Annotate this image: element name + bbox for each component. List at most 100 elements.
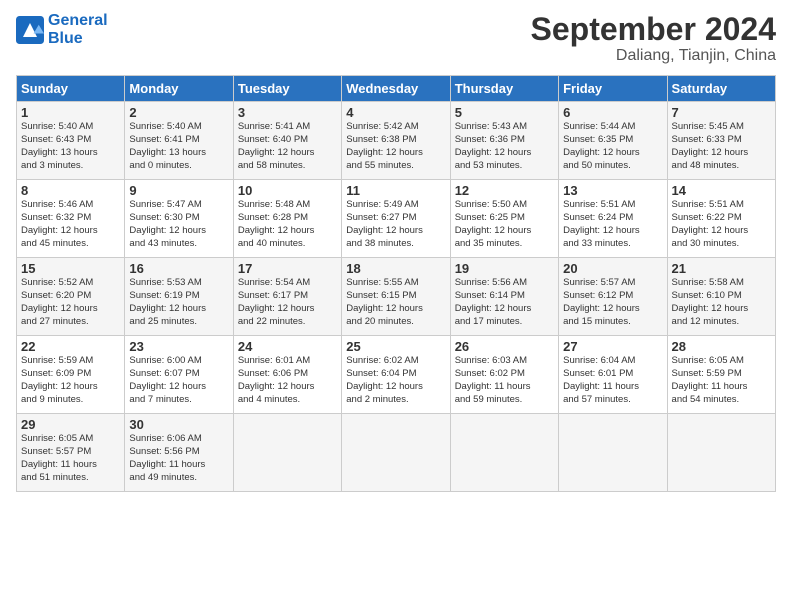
calendar-cell: 3Sunrise: 5:41 AM Sunset: 6:40 PM Daylig… (233, 102, 341, 180)
calendar-cell: 29Sunrise: 6:05 AM Sunset: 5:57 PM Dayli… (17, 414, 125, 492)
day-info: Sunrise: 6:05 AM Sunset: 5:59 PM Dayligh… (672, 355, 771, 406)
day-info: Sunrise: 5:57 AM Sunset: 6:12 PM Dayligh… (563, 277, 662, 328)
day-info: Sunrise: 5:59 AM Sunset: 6:09 PM Dayligh… (21, 355, 120, 406)
calendar-cell (342, 414, 450, 492)
calendar-cell: 13Sunrise: 5:51 AM Sunset: 6:24 PM Dayli… (559, 180, 667, 258)
calendar-week-3: 15Sunrise: 5:52 AM Sunset: 6:20 PM Dayli… (17, 258, 776, 336)
title-block: September 2024 Daliang, Tianjin, China (531, 12, 776, 65)
weekday-header-tuesday: Tuesday (233, 76, 341, 102)
day-info: Sunrise: 5:42 AM Sunset: 6:38 PM Dayligh… (346, 121, 445, 172)
calendar-week-2: 8Sunrise: 5:46 AM Sunset: 6:32 PM Daylig… (17, 180, 776, 258)
calendar-cell: 10Sunrise: 5:48 AM Sunset: 6:28 PM Dayli… (233, 180, 341, 258)
day-info: Sunrise: 5:40 AM Sunset: 6:43 PM Dayligh… (21, 121, 120, 172)
day-info: Sunrise: 6:06 AM Sunset: 5:56 PM Dayligh… (129, 433, 228, 484)
day-number: 14 (672, 183, 771, 198)
day-number: 11 (346, 183, 445, 198)
day-info: Sunrise: 6:03 AM Sunset: 6:02 PM Dayligh… (455, 355, 554, 406)
day-info: Sunrise: 5:48 AM Sunset: 6:28 PM Dayligh… (238, 199, 337, 250)
calendar-cell: 30Sunrise: 6:06 AM Sunset: 5:56 PM Dayli… (125, 414, 233, 492)
day-info: Sunrise: 5:58 AM Sunset: 6:10 PM Dayligh… (672, 277, 771, 328)
day-info: Sunrise: 5:51 AM Sunset: 6:22 PM Dayligh… (672, 199, 771, 250)
day-info: Sunrise: 5:49 AM Sunset: 6:27 PM Dayligh… (346, 199, 445, 250)
day-number: 13 (563, 183, 662, 198)
day-info: Sunrise: 6:01 AM Sunset: 6:06 PM Dayligh… (238, 355, 337, 406)
day-number: 4 (346, 105, 445, 120)
day-info: Sunrise: 5:53 AM Sunset: 6:19 PM Dayligh… (129, 277, 228, 328)
day-info: Sunrise: 5:44 AM Sunset: 6:35 PM Dayligh… (563, 121, 662, 172)
day-number: 22 (21, 339, 120, 354)
day-number: 7 (672, 105, 771, 120)
calendar-cell: 15Sunrise: 5:52 AM Sunset: 6:20 PM Dayli… (17, 258, 125, 336)
calendar-cell: 14Sunrise: 5:51 AM Sunset: 6:22 PM Dayli… (667, 180, 775, 258)
calendar-cell: 2Sunrise: 5:40 AM Sunset: 6:41 PM Daylig… (125, 102, 233, 180)
calendar-cell: 23Sunrise: 6:00 AM Sunset: 6:07 PM Dayli… (125, 336, 233, 414)
calendar-cell: 16Sunrise: 5:53 AM Sunset: 6:19 PM Dayli… (125, 258, 233, 336)
day-number: 9 (129, 183, 228, 198)
calendar-cell: 4Sunrise: 5:42 AM Sunset: 6:38 PM Daylig… (342, 102, 450, 180)
calendar-cell: 21Sunrise: 5:58 AM Sunset: 6:10 PM Dayli… (667, 258, 775, 336)
month-year: September 2024 (531, 12, 776, 47)
calendar-cell: 1Sunrise: 5:40 AM Sunset: 6:43 PM Daylig… (17, 102, 125, 180)
day-number: 25 (346, 339, 445, 354)
calendar-cell: 20Sunrise: 5:57 AM Sunset: 6:12 PM Dayli… (559, 258, 667, 336)
day-info: Sunrise: 5:55 AM Sunset: 6:15 PM Dayligh… (346, 277, 445, 328)
calendar-cell (233, 414, 341, 492)
day-number: 27 (563, 339, 662, 354)
logo-text: General Blue (48, 12, 108, 47)
day-number: 20 (563, 261, 662, 276)
day-info: Sunrise: 5:56 AM Sunset: 6:14 PM Dayligh… (455, 277, 554, 328)
calendar-cell: 22Sunrise: 5:59 AM Sunset: 6:09 PM Dayli… (17, 336, 125, 414)
calendar-cell: 18Sunrise: 5:55 AM Sunset: 6:15 PM Dayli… (342, 258, 450, 336)
day-info: Sunrise: 5:51 AM Sunset: 6:24 PM Dayligh… (563, 199, 662, 250)
calendar-cell: 28Sunrise: 6:05 AM Sunset: 5:59 PM Dayli… (667, 336, 775, 414)
day-info: Sunrise: 5:50 AM Sunset: 6:25 PM Dayligh… (455, 199, 554, 250)
day-number: 19 (455, 261, 554, 276)
page-container: General Blue September 2024 Daliang, Tia… (0, 0, 792, 500)
day-number: 23 (129, 339, 228, 354)
calendar-table: SundayMondayTuesdayWednesdayThursdayFrid… (16, 75, 776, 492)
day-number: 5 (455, 105, 554, 120)
day-number: 2 (129, 105, 228, 120)
day-number: 10 (238, 183, 337, 198)
header-row: SundayMondayTuesdayWednesdayThursdayFrid… (17, 76, 776, 102)
day-number: 18 (346, 261, 445, 276)
weekday-header-saturday: Saturday (667, 76, 775, 102)
weekday-header-monday: Monday (125, 76, 233, 102)
day-number: 21 (672, 261, 771, 276)
day-number: 16 (129, 261, 228, 276)
day-number: 28 (672, 339, 771, 354)
calendar-cell: 12Sunrise: 5:50 AM Sunset: 6:25 PM Dayli… (450, 180, 558, 258)
day-number: 6 (563, 105, 662, 120)
day-number: 3 (238, 105, 337, 120)
calendar-cell: 6Sunrise: 5:44 AM Sunset: 6:35 PM Daylig… (559, 102, 667, 180)
day-info: Sunrise: 5:45 AM Sunset: 6:33 PM Dayligh… (672, 121, 771, 172)
calendar-cell: 25Sunrise: 6:02 AM Sunset: 6:04 PM Dayli… (342, 336, 450, 414)
calendar-cell: 5Sunrise: 5:43 AM Sunset: 6:36 PM Daylig… (450, 102, 558, 180)
day-number: 24 (238, 339, 337, 354)
calendar-cell: 9Sunrise: 5:47 AM Sunset: 6:30 PM Daylig… (125, 180, 233, 258)
calendar-week-4: 22Sunrise: 5:59 AM Sunset: 6:09 PM Dayli… (17, 336, 776, 414)
day-info: Sunrise: 6:04 AM Sunset: 6:01 PM Dayligh… (563, 355, 662, 406)
calendar-cell (450, 414, 558, 492)
calendar-week-1: 1Sunrise: 5:40 AM Sunset: 6:43 PM Daylig… (17, 102, 776, 180)
calendar-cell: 26Sunrise: 6:03 AM Sunset: 6:02 PM Dayli… (450, 336, 558, 414)
calendar-cell (559, 414, 667, 492)
calendar-week-5: 29Sunrise: 6:05 AM Sunset: 5:57 PM Dayli… (17, 414, 776, 492)
weekday-header-friday: Friday (559, 76, 667, 102)
calendar-cell: 11Sunrise: 5:49 AM Sunset: 6:27 PM Dayli… (342, 180, 450, 258)
location: Daliang, Tianjin, China (531, 47, 776, 65)
weekday-header-sunday: Sunday (17, 76, 125, 102)
day-info: Sunrise: 5:46 AM Sunset: 6:32 PM Dayligh… (21, 199, 120, 250)
day-info: Sunrise: 5:47 AM Sunset: 6:30 PM Dayligh… (129, 199, 228, 250)
calendar-cell: 24Sunrise: 6:01 AM Sunset: 6:06 PM Dayli… (233, 336, 341, 414)
day-info: Sunrise: 5:41 AM Sunset: 6:40 PM Dayligh… (238, 121, 337, 172)
day-number: 8 (21, 183, 120, 198)
day-info: Sunrise: 6:02 AM Sunset: 6:04 PM Dayligh… (346, 355, 445, 406)
day-info: Sunrise: 5:54 AM Sunset: 6:17 PM Dayligh… (238, 277, 337, 328)
calendar-cell: 7Sunrise: 5:45 AM Sunset: 6:33 PM Daylig… (667, 102, 775, 180)
logo: General Blue (16, 12, 108, 47)
calendar-cell: 17Sunrise: 5:54 AM Sunset: 6:17 PM Dayli… (233, 258, 341, 336)
day-info: Sunrise: 5:52 AM Sunset: 6:20 PM Dayligh… (21, 277, 120, 328)
day-number: 29 (21, 417, 120, 432)
calendar-cell: 19Sunrise: 5:56 AM Sunset: 6:14 PM Dayli… (450, 258, 558, 336)
